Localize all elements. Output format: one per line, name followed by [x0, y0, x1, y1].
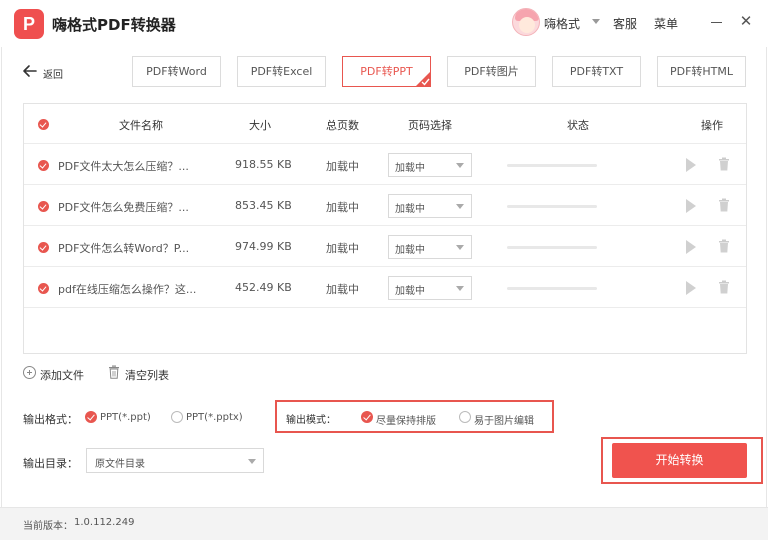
- select-all-checkbox[interactable]: [38, 119, 49, 130]
- header-status: 状态: [567, 119, 589, 132]
- output-mode-label: 输出模式：: [286, 415, 336, 426]
- trash-icon[interactable]: [718, 157, 730, 171]
- output-dir-label: 输出目录：: [23, 457, 78, 470]
- chevron-down-icon: [456, 163, 464, 168]
- tab-pdf-to-html[interactable]: PDF转HTML: [657, 56, 746, 87]
- format-ppt-label[interactable]: PPT(*.ppt): [100, 412, 151, 423]
- back-arrow-icon[interactable]: [22, 63, 38, 79]
- format-ppt-radio[interactable]: [85, 411, 97, 423]
- output-format-label: 输出格式：: [23, 413, 78, 426]
- row-progress-bar: [507, 205, 597, 208]
- play-icon[interactable]: [686, 281, 696, 295]
- header-actions: 操作: [701, 119, 723, 132]
- selected-check-icon: [415, 71, 431, 87]
- trash-icon[interactable]: [718, 198, 730, 212]
- tab-pdf-to-ppt[interactable]: PDF转PPT: [342, 56, 431, 87]
- title-bar: P 嗨格式PDF转换器 嗨格式 客服 菜单 ✕: [0, 0, 768, 46]
- row-total-pages: 加载中: [326, 201, 359, 214]
- start-convert-button[interactable]: 开始转换: [612, 443, 747, 478]
- tab-pdf-to-ppt-label: PDF转PPT: [360, 65, 413, 78]
- close-icon[interactable]: ✕: [738, 13, 754, 29]
- table-row: pdf在线压缩怎么操作？这... 452.49 KB 加载中 加载中: [24, 268, 746, 308]
- play-icon[interactable]: [686, 199, 696, 213]
- clear-list-icon[interactable]: [108, 365, 120, 379]
- row-total-pages: 加载中: [326, 242, 359, 255]
- menu-link[interactable]: 菜单: [654, 15, 678, 32]
- tab-pdf-to-image[interactable]: PDF转图片: [447, 56, 536, 87]
- user-name[interactable]: 嗨格式: [544, 15, 580, 32]
- row-file-size: 918.55 KB: [235, 158, 292, 171]
- row-page-select[interactable]: 加载中: [388, 153, 472, 177]
- play-icon[interactable]: [686, 240, 696, 254]
- chevron-down-icon: [456, 286, 464, 291]
- row-progress-bar: [507, 246, 597, 249]
- row-checkbox[interactable]: [38, 160, 49, 171]
- table-row: PDF文件怎么免费压缩？... 853.45 KB 加载中 加载中: [24, 186, 746, 226]
- chevron-down-icon: [456, 245, 464, 250]
- row-file-name: PDF文件怎么免费压缩？...: [58, 201, 189, 214]
- clear-list-button[interactable]: 清空列表: [125, 367, 169, 383]
- format-pptx-label[interactable]: PPT(*.pptx): [186, 412, 243, 423]
- mode-image-edit-label[interactable]: 易于图片编辑: [474, 412, 534, 427]
- row-file-size: 452.49 KB: [235, 281, 292, 294]
- row-checkbox[interactable]: [38, 201, 49, 212]
- table-row: PDF文件太大怎么压缩？... 918.55 KB 加载中 加载中: [24, 145, 746, 185]
- user-dropdown-caret-icon[interactable]: [592, 19, 600, 24]
- row-file-name: pdf在线压缩怎么操作？这...: [58, 283, 197, 296]
- row-file-name: PDF文件怎么转Word？P...: [58, 242, 190, 255]
- row-file-name: PDF文件太大怎么压缩？...: [58, 160, 189, 173]
- back-button[interactable]: 返回: [43, 66, 63, 81]
- chevron-down-icon: [456, 204, 464, 209]
- file-table: 文件名称 大小 总页数 页码选择 状态 操作 PDF文件太大怎么压缩？... 9…: [23, 103, 747, 354]
- row-checkbox[interactable]: [38, 242, 49, 253]
- add-file-icon[interactable]: [23, 366, 36, 379]
- mode-keep-layout-label[interactable]: 尽量保持排版: [376, 412, 436, 427]
- output-dir-select[interactable]: 原文件目录: [86, 448, 264, 473]
- trash-icon[interactable]: [718, 239, 730, 253]
- row-file-size: 974.99 KB: [235, 240, 292, 253]
- tab-pdf-to-excel[interactable]: PDF转Excel: [237, 56, 326, 87]
- row-page-select[interactable]: 加载中: [388, 276, 472, 300]
- status-bar: 当前版本： 1.0.112.249: [0, 507, 768, 540]
- header-file-name: 文件名称: [119, 119, 163, 132]
- app-title: 嗨格式PDF转换器: [52, 16, 176, 34]
- row-progress-bar: [507, 287, 597, 290]
- minimize-icon[interactable]: [711, 22, 722, 23]
- add-file-button[interactable]: 添加文件: [40, 367, 84, 383]
- table-header: 文件名称 大小 总页数 页码选择 状态 操作: [24, 104, 746, 144]
- trash-icon[interactable]: [718, 280, 730, 294]
- mode-image-edit-radio[interactable]: [459, 411, 471, 423]
- chevron-down-icon: [248, 459, 256, 464]
- row-file-size: 853.45 KB: [235, 199, 292, 212]
- version-value: 1.0.112.249: [74, 517, 135, 528]
- header-size: 大小: [249, 119, 271, 132]
- format-pptx-radio[interactable]: [171, 411, 183, 423]
- customer-service-link[interactable]: 客服: [613, 15, 637, 32]
- mode-keep-layout-radio[interactable]: [361, 411, 373, 423]
- row-progress-bar: [507, 164, 597, 167]
- row-page-select[interactable]: 加载中: [388, 235, 472, 259]
- row-page-select[interactable]: 加载中: [388, 194, 472, 218]
- table-row: PDF文件怎么转Word？P... 974.99 KB 加载中 加载中: [24, 227, 746, 267]
- row-total-pages: 加载中: [326, 283, 359, 296]
- row-total-pages: 加载中: [326, 160, 359, 173]
- row-checkbox[interactable]: [38, 283, 49, 294]
- tab-pdf-to-txt[interactable]: PDF转TXT: [552, 56, 641, 87]
- header-total-pages: 总页数: [326, 119, 359, 132]
- version-label: 当前版本：: [23, 521, 73, 532]
- user-avatar[interactable]: [512, 8, 540, 36]
- header-page-select: 页码选择: [408, 119, 452, 132]
- tab-pdf-to-word[interactable]: PDF转Word: [132, 56, 221, 87]
- play-icon[interactable]: [686, 158, 696, 172]
- app-logo-icon: P: [14, 9, 44, 39]
